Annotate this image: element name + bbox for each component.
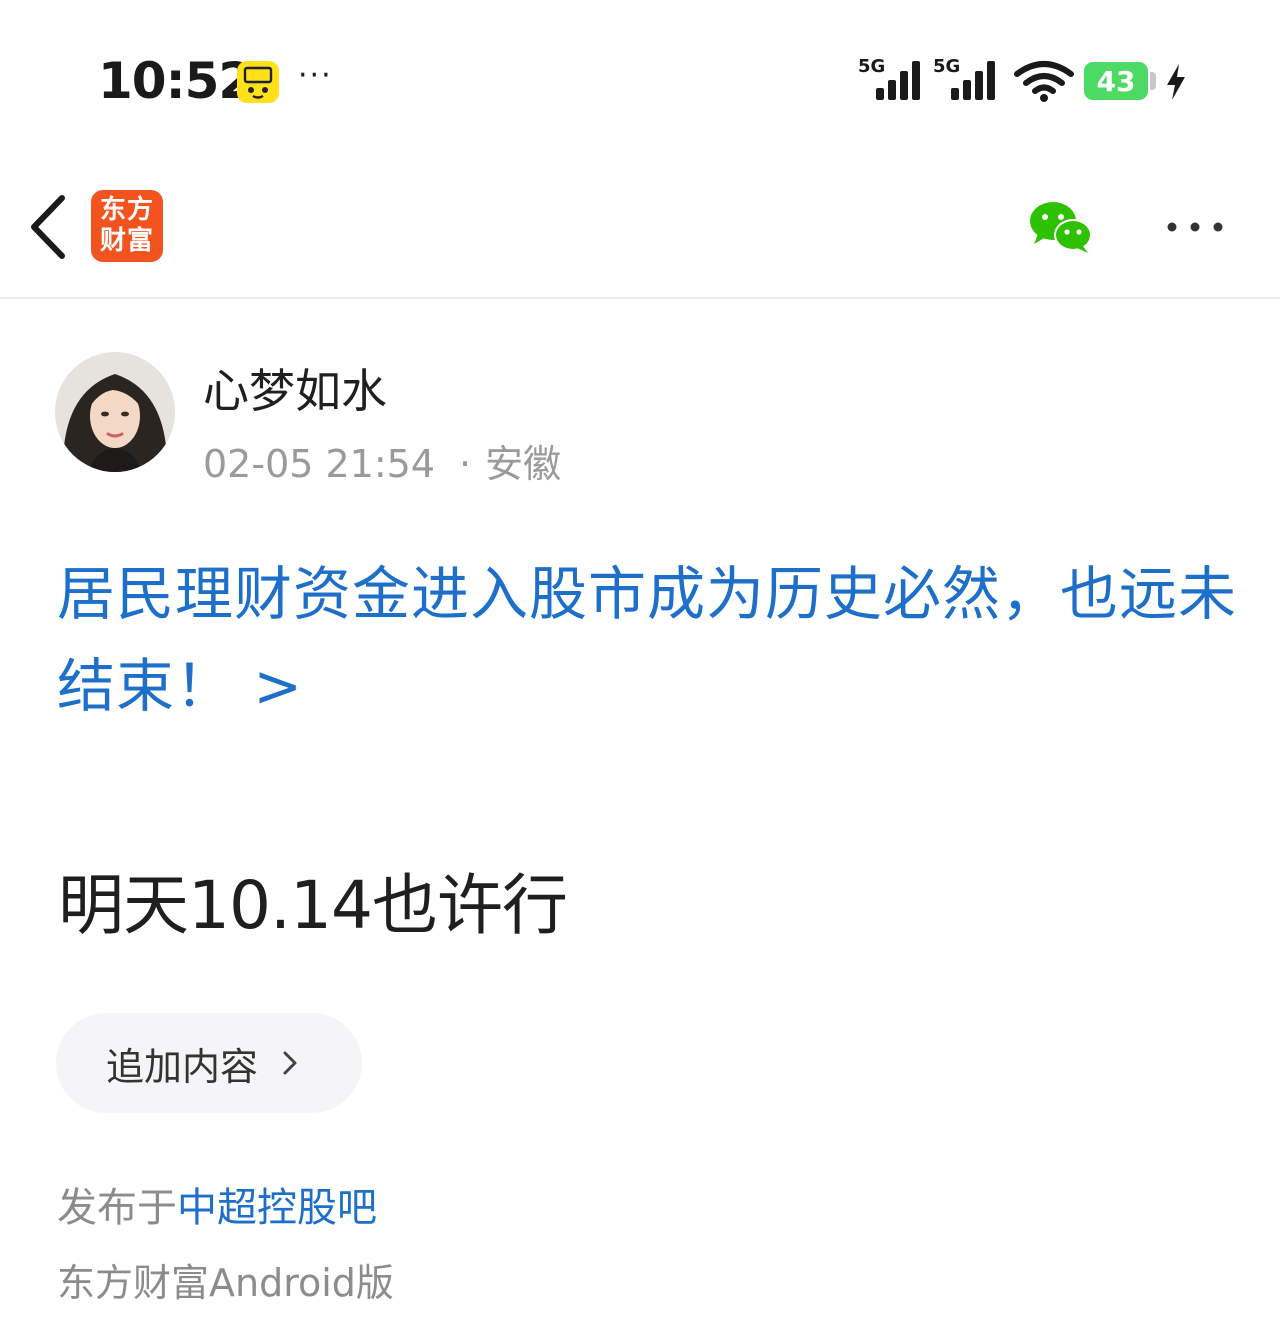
wifi-icon xyxy=(1014,61,1074,102)
chevron-right-icon xyxy=(283,1051,297,1075)
post-location: 安徽 xyxy=(485,442,562,486)
signal-1-label: 5G xyxy=(858,56,885,77)
more-horizontal-icon[interactable] xyxy=(1160,212,1230,242)
cellular-signal-icon: 5G xyxy=(858,56,920,100)
chevron-left-icon[interactable] xyxy=(24,192,74,262)
xianyu-app-icon xyxy=(237,61,279,103)
wechat-icon[interactable] xyxy=(1028,200,1094,254)
post-date: 02-05 21:54 xyxy=(203,442,436,486)
post-title-link[interactable]: 居民理财资金进入股市成为历史必然，也远未结束！ > xyxy=(57,548,1237,732)
append-content-label: 追加内容 xyxy=(106,1044,259,1089)
battery-level: 43 xyxy=(1096,64,1136,98)
client-source: 东方财富Android版 xyxy=(57,1261,394,1305)
published-in: 发布于中超控股吧 xyxy=(57,1175,377,1233)
battery-indicator: 43 xyxy=(1084,62,1148,100)
status-time: 10:52 xyxy=(98,52,253,110)
append-content-button[interactable]: 追加内容 xyxy=(56,1013,362,1113)
post-body: 明天10.14也许行 xyxy=(58,867,568,944)
cellular-signal-icon: 5G xyxy=(933,56,995,100)
post-meta: 02-05 21:54 · 安徽 xyxy=(203,433,561,488)
logo-line-2: 财富 xyxy=(99,226,154,256)
post-detail-page: 10:52 ··· 5G 5G 43 东方 财富 心梦如水 02-05 21:5… xyxy=(0,0,1280,1327)
signal-2-label: 5G xyxy=(933,56,960,77)
status-more-dots: ··· xyxy=(298,58,333,93)
publish-prefix: 发布于 xyxy=(57,1185,177,1231)
status-bar: 10:52 ··· 5G 5G 43 xyxy=(0,0,1280,160)
meta-separator: · xyxy=(459,442,472,486)
avatar[interactable] xyxy=(55,352,175,472)
battery-cap xyxy=(1150,72,1156,90)
author-name[interactable]: 心梦如水 xyxy=(203,355,387,421)
logo-line-1: 东方 xyxy=(99,195,154,225)
top-nav-bar: 东方 财富 xyxy=(0,160,1280,299)
charging-bolt-icon xyxy=(1167,64,1185,100)
forum-link[interactable]: 中超控股吧 xyxy=(177,1185,377,1231)
eastmoney-logo[interactable]: 东方 财富 xyxy=(91,190,163,262)
